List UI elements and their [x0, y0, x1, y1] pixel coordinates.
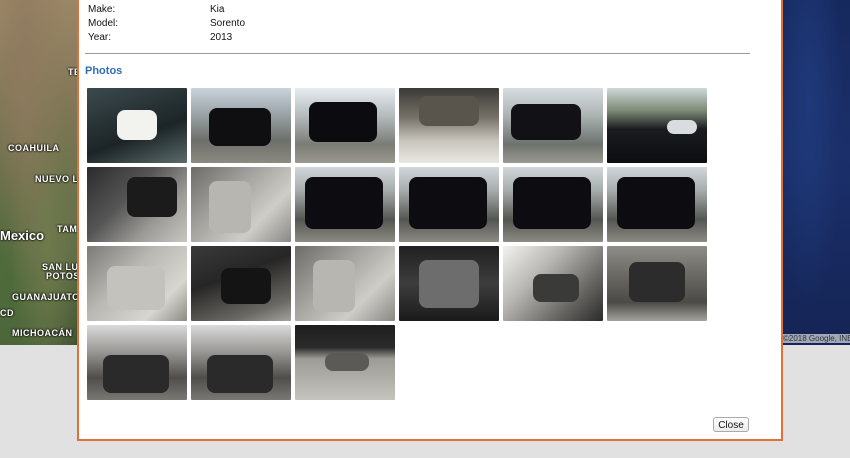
photo-subject: [629, 262, 685, 302]
photos-heading: Photos: [85, 65, 123, 77]
map-label: TAM: [57, 224, 78, 234]
map-label: GUANAJUATO: [12, 292, 80, 302]
photo-subject: [209, 181, 251, 233]
map-label: CD: [0, 308, 14, 318]
photo-thumbnail[interactable]: [191, 167, 291, 242]
photo-thumbnail[interactable]: [503, 246, 603, 321]
photo-subject: [103, 355, 169, 393]
photo-subject: [511, 104, 581, 140]
map-background-left: TE COAHUILA NUEVO LE Mexico TAM SAN LU P…: [0, 0, 85, 345]
photo-subject: [409, 177, 487, 229]
photo-thumbnail[interactable]: [87, 246, 187, 321]
photo-thumbnail[interactable]: [295, 88, 395, 163]
map-label: Mexico: [0, 228, 45, 243]
map-background-right: [781, 0, 850, 345]
photo-subject: [221, 268, 271, 304]
photo-thumbnail[interactable]: [87, 325, 187, 400]
photo-subject: [325, 353, 369, 371]
map-copyright: ©2018 Google, INE: [781, 334, 850, 343]
photo-subject: [667, 120, 697, 134]
photo-thumbnail[interactable]: [399, 88, 499, 163]
photo-thumbnail[interactable]: [607, 88, 707, 163]
photo-thumbnail[interactable]: [503, 88, 603, 163]
photo-thumbnail[interactable]: [191, 88, 291, 163]
photo-subject: [127, 177, 177, 217]
photo-thumbnail[interactable]: [295, 325, 395, 400]
divider: [85, 53, 750, 54]
photo-subject: [617, 177, 695, 229]
model-value: Sorento: [210, 18, 246, 29]
make-label: Make:: [88, 4, 116, 15]
photo-subject: [419, 96, 479, 126]
photo-thumbnail[interactable]: [295, 167, 395, 242]
photo-thumbnail[interactable]: [607, 167, 707, 242]
photo-thumbnail[interactable]: [607, 246, 707, 321]
photo-thumbnail[interactable]: [87, 167, 187, 242]
photo-thumbnail[interactable]: [399, 167, 499, 242]
close-button[interactable]: Close: [713, 417, 749, 432]
photo-subject: [209, 108, 271, 146]
photo-thumbnail[interactable]: [191, 325, 291, 400]
map-label: MICHOACÁN: [12, 328, 73, 338]
year-label: Year:: [88, 32, 111, 43]
photo-subject: [117, 110, 157, 140]
vehicle-details-modal: Make: Kia Model: Sorento Year: 2013 Phot…: [77, 0, 783, 441]
map-label: COAHUILA: [8, 143, 60, 153]
photo-thumbnail[interactable]: [295, 246, 395, 321]
model-label: Model:: [88, 18, 119, 29]
map-label: POTOS: [46, 271, 80, 281]
photo-subject: [513, 177, 591, 229]
photo-subject: [305, 177, 383, 229]
photo-thumbnail[interactable]: [503, 167, 603, 242]
photo-subject: [107, 266, 165, 310]
year-value: 2013: [210, 32, 233, 43]
photo-thumbnail[interactable]: [191, 246, 291, 321]
photo-subject: [419, 260, 479, 308]
photo-subject: [309, 102, 377, 142]
photo-thumbnail[interactable]: [399, 246, 499, 321]
make-value: Kia: [210, 4, 225, 15]
photo-subject: [207, 355, 273, 393]
photo-subject: [313, 260, 355, 312]
photo-thumbnail[interactable]: [87, 88, 187, 163]
photo-subject: [533, 274, 579, 302]
